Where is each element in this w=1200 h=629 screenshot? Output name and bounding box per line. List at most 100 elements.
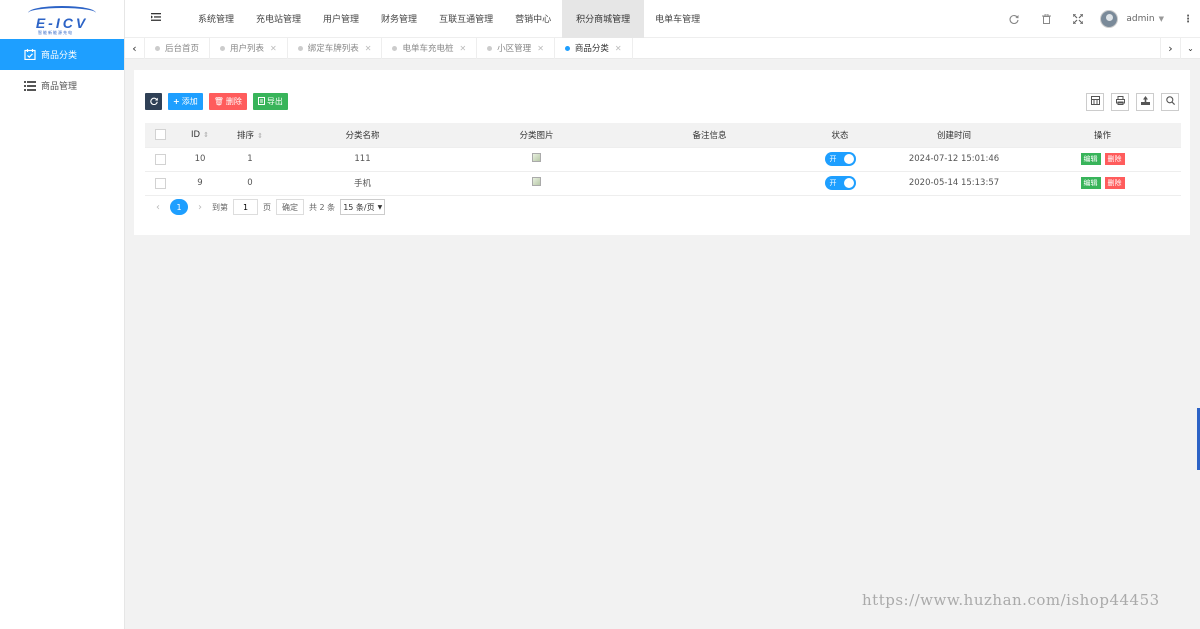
cell-sort: 0 <box>225 171 275 196</box>
row-checkbox[interactable] <box>154 177 166 189</box>
nav-users[interactable]: 用户管理 <box>312 0 370 38</box>
toggle-knob <box>843 154 854 164</box>
nav-finance[interactable]: 财务管理 <box>370 0 428 38</box>
close-icon[interactable]: ✕ <box>270 44 277 53</box>
tab-dot-icon <box>220 45 226 51</box>
print-button[interactable] <box>1111 93 1129 111</box>
nav-system[interactable]: 系统管理 <box>187 0 245 38</box>
cell-remark <box>623 171 796 196</box>
search-icon <box>1165 96 1175 108</box>
sort-icon[interactable]: ⇕ <box>257 132 263 140</box>
cell-status: 开 <box>796 147 884 172</box>
close-icon[interactable]: ✕ <box>459 44 466 53</box>
content-panel: + 添加 🗑 删除 导出 ID ⇕ 排序 ⇕ 分类名称 分类图片 备注信息 状态… <box>134 70 1190 235</box>
select-all-checkbox[interactable] <box>154 129 166 141</box>
column-header-actions: 操作 <box>1024 123 1181 148</box>
row-checkbox[interactable] <box>154 153 166 165</box>
caret-down-icon[interactable]: ▼ <box>1159 15 1164 23</box>
column-header-remark: 备注信息 <box>623 123 796 148</box>
tab-plate-list[interactable]: 绑定车牌列表 ✕ <box>288 37 383 59</box>
cell-name: 111 <box>275 147 450 172</box>
prev-page-icon[interactable]: ‹ <box>151 202 165 213</box>
close-icon[interactable]: ✕ <box>365 44 372 53</box>
row-select-cell <box>145 147 175 172</box>
next-page-icon[interactable]: › <box>193 202 207 213</box>
tab-label: 后台首页 <box>165 44 200 54</box>
status-toggle[interactable]: 开 <box>824 152 856 166</box>
nav-points-mall[interactable]: 积分商城管理 <box>562 0 645 38</box>
cell-image <box>450 147 623 172</box>
logo[interactable]: E-ICV 智能新能源充电 <box>0 0 124 38</box>
tab-scroll-left-button[interactable]: ‹ <box>125 37 145 59</box>
current-page[interactable]: 1 <box>170 199 188 215</box>
tab-ebike-charger[interactable]: 电单车充电桩 ✕ <box>382 37 478 59</box>
page-number-input[interactable] <box>233 199 258 215</box>
search-button[interactable] <box>1161 93 1179 111</box>
sidebar-item-label: 商品分类 <box>41 51 78 61</box>
refresh-icon[interactable] <box>998 0 1030 38</box>
sidebar: E-ICV 智能新能源充电 商品分类 商品管理 <box>0 0 125 629</box>
cell-id: 9 <box>175 171 225 196</box>
columns-filter-button[interactable] <box>1086 93 1104 111</box>
fullscreen-icon[interactable] <box>1062 0 1094 38</box>
trash-icon: 🗑 <box>213 97 224 106</box>
cell-actions: 编辑 删除 <box>1024 171 1181 196</box>
tab-label: 商品分类 <box>574 44 609 54</box>
broken-image-icon[interactable] <box>532 153 541 162</box>
delete-button-label: 删除 <box>225 97 242 106</box>
nav-marketing[interactable]: 营销中心 <box>504 0 562 38</box>
refresh-button[interactable] <box>145 93 162 110</box>
sort-icon[interactable]: ⇕ <box>203 131 209 139</box>
nav-interconnect[interactable]: 互联互通管理 <box>428 0 504 38</box>
column-header-sort[interactable]: 排序 ⇕ <box>225 123 275 148</box>
tab-home[interactable]: 后台首页 <box>145 37 211 59</box>
tab-label: 绑定车牌列表 <box>307 44 359 54</box>
add-button[interactable]: + 添加 <box>168 93 203 110</box>
page-unit-label: 页 <box>263 202 271 212</box>
tab-user-list[interactable]: 用户列表 ✕ <box>210 37 288 59</box>
tab-menu-button[interactable]: ⌄ <box>1180 38 1200 59</box>
category-table: ID ⇕ 排序 ⇕ 分类名称 分类图片 备注信息 状态 创建时间 操作 10 1 1… <box>145 123 1181 196</box>
export-button-label: 导出 <box>266 97 283 106</box>
chevron-left-icon: ‹ <box>132 41 137 55</box>
chevron-down-icon: ▼ <box>377 203 383 211</box>
tab-dot-icon <box>487 45 493 51</box>
menu-toggle-button[interactable] <box>125 0 187 38</box>
close-icon[interactable]: ✕ <box>615 44 622 53</box>
sidebar-item-category[interactable]: 商品分类 <box>0 39 124 70</box>
nav-ebike[interactable]: 电单车管理 <box>644 0 711 38</box>
goto-label: 到第 <box>212 202 228 212</box>
export-button[interactable]: 导出 <box>252 93 288 110</box>
avatar[interactable] <box>1100 10 1119 28</box>
refresh-icon <box>149 97 158 107</box>
tab-dot-icon <box>564 45 570 51</box>
tab-label: 小区管理 <box>497 44 532 54</box>
total-count: 共 2 条 <box>309 202 336 212</box>
column-header-status: 状态 <box>796 123 884 148</box>
column-label: ID <box>191 129 201 140</box>
row-select-cell <box>145 171 175 196</box>
tab-scroll-right-button[interactable]: › <box>1160 38 1180 59</box>
row-delete-button[interactable]: 删除 <box>1104 177 1125 189</box>
nav-charging-station[interactable]: 充电站管理 <box>245 0 312 38</box>
per-page-select[interactable]: 15 条/页 ▼ <box>340 199 386 215</box>
export-tool-button[interactable] <box>1136 93 1154 111</box>
edit-button[interactable]: 编辑 <box>1080 153 1101 165</box>
sidebar-item-goods[interactable]: 商品管理 <box>0 70 124 101</box>
tab-goods-category[interactable]: 商品分类 ✕ <box>555 37 633 59</box>
edit-button[interactable]: 编辑 <box>1080 177 1101 189</box>
status-toggle[interactable]: 开 <box>824 176 856 190</box>
broken-image-icon[interactable] <box>532 177 541 186</box>
file-export-icon <box>257 96 265 107</box>
row-delete-button[interactable]: 删除 <box>1104 153 1125 165</box>
tab-community[interactable]: 小区管理 ✕ <box>477 37 555 59</box>
goto-confirm-button[interactable]: 确定 <box>276 199 304 215</box>
tab-controls: › ⌄ <box>1160 38 1200 59</box>
username[interactable]: admin <box>1126 14 1154 24</box>
column-header-id[interactable]: ID ⇕ <box>175 123 225 148</box>
more-vertical-icon[interactable]: ⋮ <box>1176 0 1200 38</box>
trash-icon[interactable] <box>1030 0 1062 38</box>
close-icon[interactable]: ✕ <box>537 44 544 53</box>
delete-button[interactable]: 🗑 删除 <box>208 93 247 110</box>
toggle-label: 开 <box>829 179 837 187</box>
